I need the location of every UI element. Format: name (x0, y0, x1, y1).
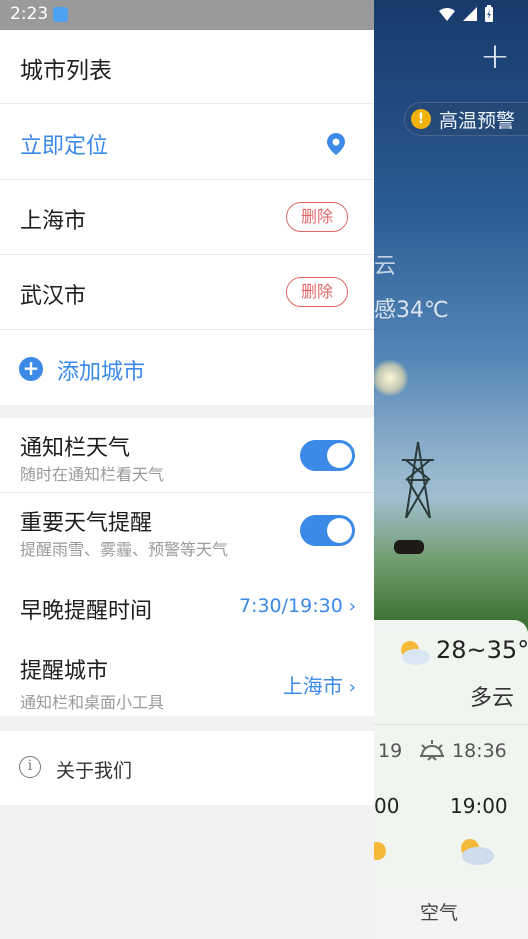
setting-title: 通知栏天气 (20, 436, 131, 461)
remind-time-text: 7:30/19:30 (238, 595, 343, 617)
battery-icon (485, 5, 493, 22)
status-bar-right (374, 0, 528, 30)
setting-title: 早晚提醒时间 (20, 599, 153, 624)
feels-like-text: 感34℃ (374, 298, 449, 323)
add-icon[interactable]: + (478, 39, 512, 75)
signal-icon (463, 7, 477, 21)
city-list-drawer: 城市列表 立即定位 上海市 删除 武汉市 删除 + 添加城市 通知栏天气 随时在… (0, 30, 374, 939)
setting-title: 重要天气提醒 (20, 511, 153, 536)
remind-city-text: 上海市 (282, 674, 343, 698)
status-bar: 2:23 (0, 0, 528, 30)
remind-city-row[interactable]: 提醒城市 通知栏和桌面小工具 上海市 › (0, 643, 374, 716)
weather-fragment: 云 (374, 254, 397, 279)
city-item-wuhan[interactable]: 武汉市 删除 (0, 255, 374, 330)
remind-time-row[interactable]: 早晚提醒时间 7:30/19:30 › (0, 568, 374, 643)
sunrise-fragment: 19 (378, 740, 403, 762)
notify-bar-toggle[interactable] (300, 440, 355, 471)
wifi-icon (439, 7, 455, 21)
location-pin-icon (327, 133, 345, 155)
notify-bar-weather-row: 通知栏天气 随时在通知栏看天气 (0, 418, 374, 493)
chevron-right-icon: › (348, 596, 356, 617)
city-item-shanghai[interactable]: 上海市 删除 (0, 180, 374, 255)
partly-cloudy-icon (401, 641, 430, 665)
power-tower-illustration (402, 441, 434, 519)
about-us-row[interactable]: i 关于我们 (0, 731, 374, 805)
locate-now-label: 立即定位 (20, 134, 109, 159)
sun-glow (372, 360, 408, 396)
sunset-icon (420, 740, 444, 761)
forecast-card (360, 620, 528, 939)
add-circle-icon: + (19, 357, 43, 381)
today-condition: 多云 (470, 686, 515, 711)
hour-label: 19:00 (450, 794, 508, 818)
city-name: 上海市 (20, 209, 87, 234)
app-notification-icon (53, 7, 68, 22)
about-us-label: 关于我们 (56, 760, 133, 782)
drawer-title: 城市列表 (20, 58, 112, 84)
heat-alert-badge[interactable]: ! 高温预警 (404, 102, 528, 136)
info-icon: i (19, 756, 41, 778)
heat-alert-label: 高温预警 (439, 109, 516, 132)
status-time: 2:23 (10, 4, 49, 24)
chevron-right-icon: › (348, 677, 356, 698)
important-alert-row: 重要天气提醒 提醒雨雪、雾霾、预警等天气 (0, 493, 374, 568)
locate-now-row[interactable]: 立即定位 (0, 104, 374, 180)
divider (374, 724, 528, 725)
toggle-knob (327, 443, 352, 468)
setting-subtitle: 提醒雨雪、雾霾、预警等天气 (20, 540, 229, 559)
important-alert-toggle[interactable] (300, 515, 355, 546)
add-city-label: 添加城市 (57, 360, 146, 385)
status-bar-left: 2:23 (0, 0, 374, 30)
remind-city-value[interactable]: 上海市 › (283, 670, 356, 699)
partly-cloudy-icon (461, 839, 494, 865)
warning-icon: ! (411, 109, 431, 129)
delete-city-button[interactable]: 删除 (286, 277, 348, 307)
hour-label: 00 (374, 794, 400, 818)
remind-time-value[interactable]: 7:30/19:30 › (239, 595, 356, 617)
setting-subtitle: 随时在通知栏看天气 (20, 465, 165, 484)
setting-title: 提醒城市 (20, 659, 109, 684)
air-quality-label: 空气 (420, 902, 459, 924)
sunset-time: 18:36 (452, 740, 507, 762)
city-name: 武汉市 (20, 284, 87, 309)
drawer-header: 城市列表 (0, 30, 374, 104)
add-city-row[interactable]: + 添加城市 (0, 330, 374, 405)
today-temp-range: 28~35° (436, 636, 528, 664)
delete-city-button[interactable]: 删除 (286, 202, 348, 232)
cow-illustration (394, 540, 424, 554)
setting-subtitle: 通知栏和桌面小工具 (20, 693, 165, 712)
toggle-knob (327, 518, 352, 543)
